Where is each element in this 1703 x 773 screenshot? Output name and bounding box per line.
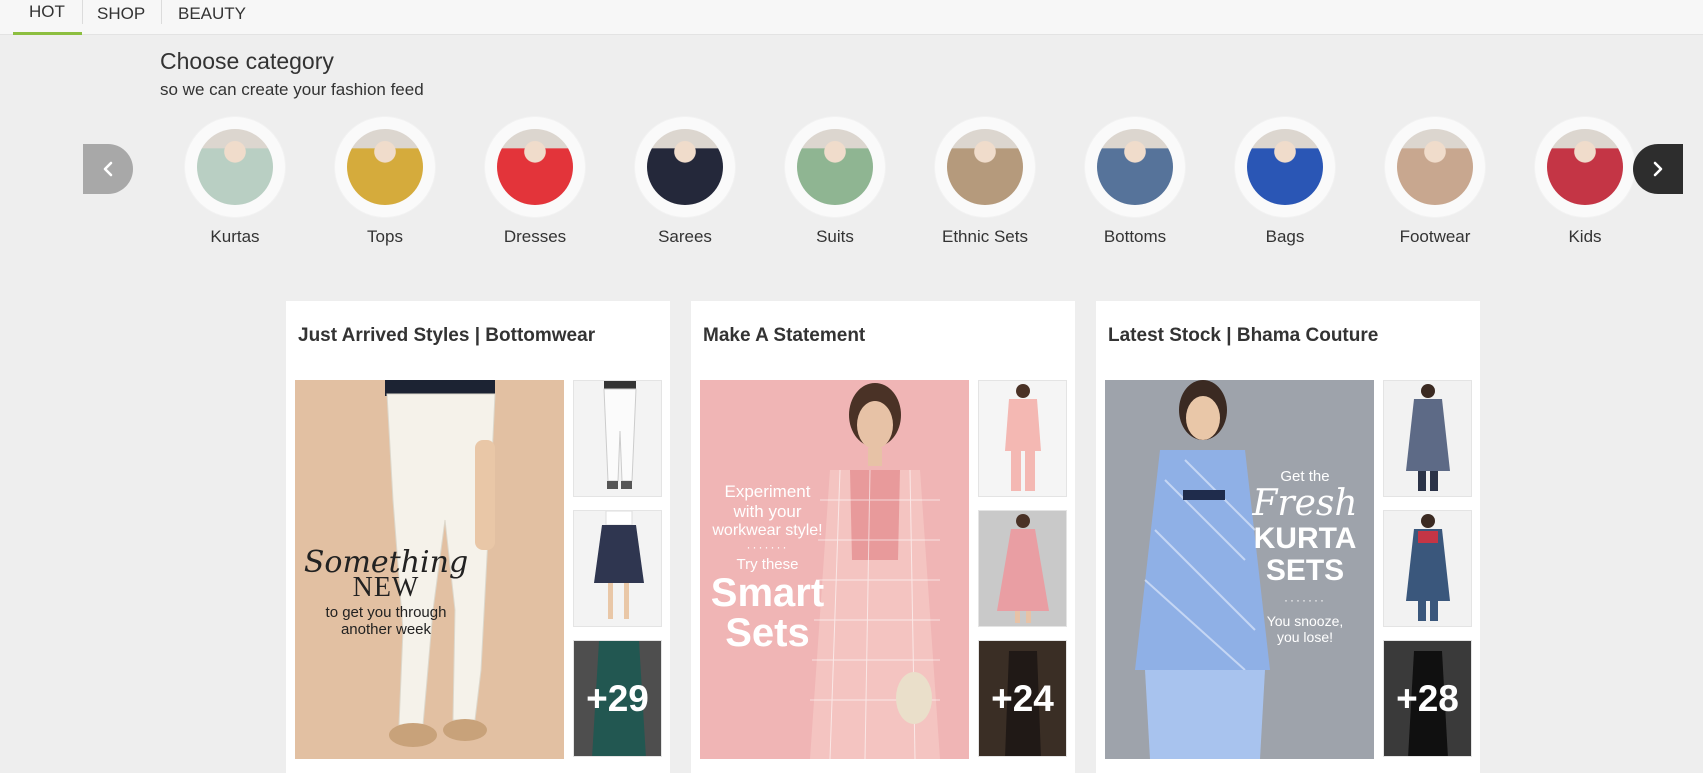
card-main-image[interactable]: Get the Fresh KURTA SETS ······· You sno… (1105, 380, 1374, 759)
product-thumb-image (1406, 514, 1450, 621)
category-label: Footwear (1399, 227, 1471, 246)
tab-shop-label: SHOP (97, 4, 146, 23)
category-image-frame (1235, 117, 1335, 217)
top-tab-bar: HOT SHOP BEAUTY (0, 0, 1703, 35)
category-heading: Choose category (160, 48, 334, 74)
promo-line: to get you through (325, 604, 447, 621)
promo-text: Get the Fresh KURTA SETS ······· You sno… (1240, 468, 1370, 645)
card-thumb[interactable] (573, 380, 662, 497)
tab-hot-label: HOT (29, 2, 65, 21)
category-image (1247, 129, 1323, 205)
category-image-frame (1385, 117, 1485, 217)
category-item[interactable]: Footwear (1380, 117, 1490, 247)
category-item[interactable]: Kids (1530, 117, 1640, 247)
collection-card[interactable]: Latest Stock | Bhama Couture Get the Fre… (1096, 301, 1480, 773)
category-label: Ethnic Sets (942, 227, 1028, 246)
carousel-next-button[interactable] (1633, 144, 1683, 194)
category-label: Kids (1568, 227, 1602, 246)
category-item[interactable]: Dresses (480, 117, 590, 247)
promo-line: Fresh (1252, 483, 1358, 524)
category-label: Bottoms (1103, 227, 1167, 246)
category-image (347, 129, 423, 205)
card-main-image[interactable]: Something NEW to get you through another… (295, 380, 564, 759)
category-image (1097, 129, 1173, 205)
category-item[interactable]: Kurtas (180, 117, 290, 247)
more-items-count: +28 (1384, 641, 1471, 756)
card-title: Just Arrived Styles | Bottomwear (298, 325, 596, 346)
category-image (947, 129, 1023, 205)
card-thumb[interactable] (1383, 380, 1472, 497)
category-image (497, 129, 573, 205)
product-thumb-image (603, 381, 637, 489)
category-item[interactable]: Sarees (630, 117, 740, 247)
promo-line: Experiment (724, 482, 811, 501)
category-image (797, 129, 873, 205)
category-item[interactable]: Bags (1230, 117, 1340, 247)
category-item[interactable]: Bottoms (1080, 117, 1190, 247)
category-image (197, 129, 273, 205)
category-item[interactable]: Tops (330, 117, 440, 247)
promo-line: another week (340, 621, 432, 638)
promo-line: Sets (725, 611, 810, 655)
category-item[interactable]: Suits (780, 117, 890, 247)
category-image-frame (185, 117, 285, 217)
more-items-count: +24 (979, 641, 1066, 756)
category-label: Dresses (503, 227, 567, 246)
product-thumb-image (1005, 384, 1041, 491)
promo-text: Something NEW to get you through another… (301, 545, 471, 638)
category-label: Sarees (658, 227, 712, 246)
category-item[interactable]: Ethnic Sets (930, 117, 1040, 247)
category-label: Tops (367, 227, 403, 246)
promo-divider: ······· (746, 540, 789, 554)
category-image (1547, 129, 1623, 205)
category-subheading: so we can create your fashion feed (160, 80, 424, 99)
card-thumb[interactable]: +28 (1383, 640, 1472, 757)
tab-hot[interactable]: HOT (13, 0, 82, 35)
collection-card[interactable]: Just Arrived Styles | Bottomwear Somethi… (286, 301, 670, 773)
promo-line: workwear style! (712, 522, 823, 539)
card-thumb[interactable] (1383, 510, 1472, 627)
category-label: Bags (1265, 227, 1305, 246)
product-thumb-image (594, 511, 644, 619)
product-thumb-image (997, 514, 1049, 623)
tab-beauty[interactable]: BEAUTY (162, 0, 262, 35)
category-image-frame (1535, 117, 1635, 217)
carousel-prev-button[interactable] (83, 144, 133, 194)
product-thumb-image (1406, 384, 1450, 491)
card-thumb[interactable] (573, 510, 662, 627)
card-title: Latest Stock | Bhama Couture (1108, 325, 1379, 346)
chevron-left-icon (103, 161, 113, 177)
category-image-frame (335, 117, 435, 217)
card-thumb[interactable]: +24 (978, 640, 1067, 757)
promo-line: KURTA (1253, 522, 1357, 555)
promo-line: you lose! (1276, 629, 1334, 645)
more-items-count: +29 (574, 641, 661, 756)
card-thumb[interactable] (978, 510, 1067, 627)
category-image (1397, 129, 1473, 205)
collection-card[interactable]: Make A Statement Experiment with your wo… (691, 301, 1075, 773)
promo-line: with your (733, 502, 802, 521)
card-main-image[interactable]: Experiment with your workwear style! ···… (700, 380, 969, 759)
category-image (647, 129, 723, 205)
promo-line: You snooze, (1266, 613, 1344, 629)
promo-line: SETS (1265, 554, 1345, 587)
promo-line: Smart (710, 571, 825, 615)
promo-text: Experiment with your workwear style! ···… (705, 482, 830, 653)
category-label: Kurtas (210, 227, 260, 246)
promo-divider: ······· (1284, 593, 1326, 607)
tab-shop[interactable]: SHOP (83, 0, 161, 35)
card-thumb[interactable] (978, 380, 1067, 497)
category-image-frame (485, 117, 585, 217)
category-image-frame (1085, 117, 1185, 217)
category-image-frame (935, 117, 1035, 217)
category-image-frame (785, 117, 885, 217)
chevron-right-icon (1653, 161, 1663, 177)
tab-beauty-label: BEAUTY (178, 4, 247, 23)
category-label: Suits (816, 227, 854, 246)
card-title: Make A Statement (703, 325, 866, 346)
card-thumb[interactable]: +29 (573, 640, 662, 757)
category-image-frame (635, 117, 735, 217)
